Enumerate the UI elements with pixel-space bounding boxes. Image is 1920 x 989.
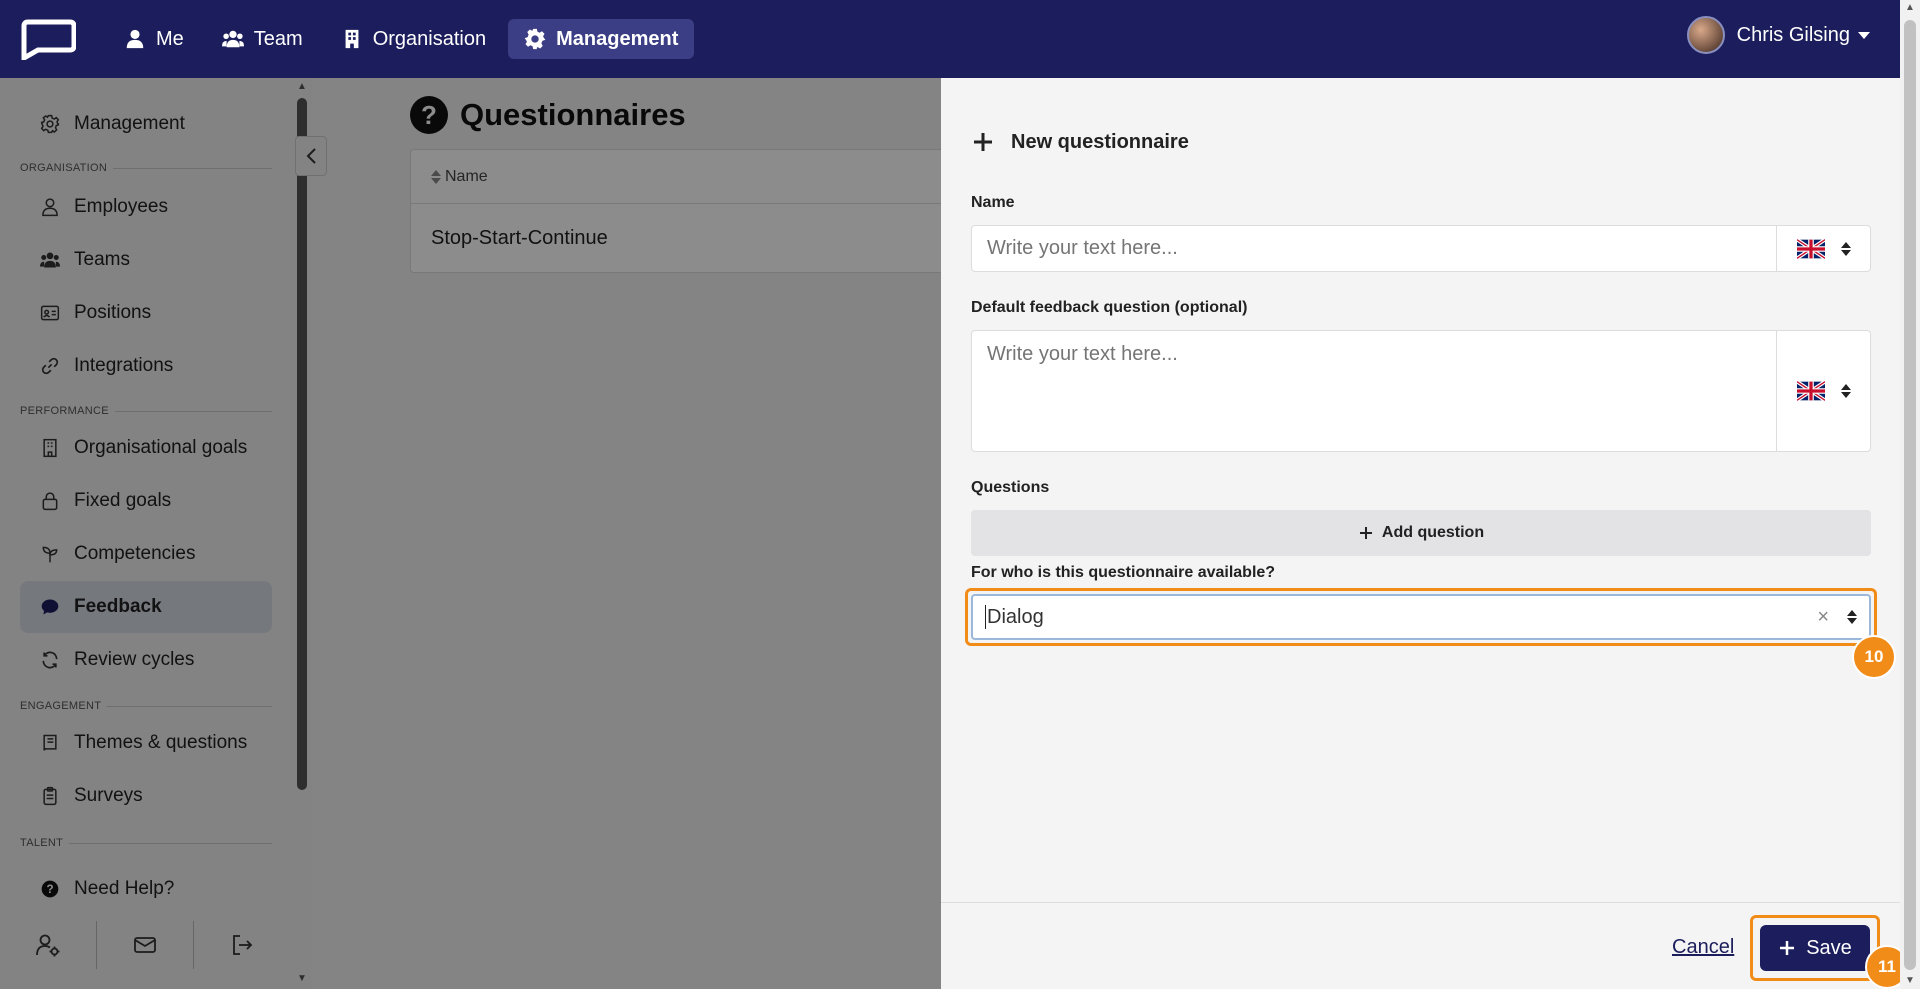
panel-footer: Cancel Save 11 [941,902,1909,989]
gear-icon [525,28,546,50]
uk-flag-icon [1796,381,1825,401]
add-question-button[interactable]: Add question [971,510,1871,556]
default-question-field [971,330,1871,452]
nav-item-team[interactable]: Team [206,19,319,59]
step-badge: 10 [1852,635,1896,679]
nav-item-me[interactable]: Me [108,19,200,59]
main-nav: Me Team Organisation Management [108,19,695,59]
availability-label: For who is this questionnaire available? [971,564,1276,581]
default-question-textarea[interactable] [972,331,1776,451]
user-menu[interactable]: Chris Gilsing [1686,16,1870,54]
selected-value: Dialog [987,605,1044,628]
scroll-down-arrow[interactable]: ▼ [1904,975,1916,987]
user-name: Chris Gilsing [1736,23,1850,46]
building-icon [345,29,359,49]
cancel-button[interactable]: Cancel [1672,936,1734,959]
nav-item-organisation[interactable]: Organisation [325,19,502,59]
sort-icon [1847,610,1857,624]
save-button[interactable]: Save [1760,925,1870,971]
button-label: Save [1806,936,1852,959]
avatar [1686,16,1725,54]
button-label: Add question [1381,524,1485,541]
nav-item-management[interactable]: Management [508,19,695,59]
name-label: Name [971,194,1015,211]
language-selector[interactable] [1776,226,1870,271]
nav-item-label: Me [156,27,184,50]
availability-select[interactable]: Dialog × [971,594,1871,640]
app-logo-icon[interactable] [18,18,76,60]
nav-item-label: Management [556,27,679,50]
name-input[interactable] [972,226,1776,271]
scroll-up-arrow[interactable]: ▲ [1904,2,1916,14]
page-scrollbar[interactable]: ▲ ▼ [1900,0,1920,989]
plus-icon [1780,941,1795,955]
scrollbar-thumb[interactable] [1904,20,1916,970]
new-questionnaire-panel: New questionnaire Name Default feedback … [941,78,1909,989]
panel-title-text: New questionnaire [1011,130,1189,153]
default-question-label: Default feedback question (optional) [971,299,1248,316]
sort-icon [1840,241,1851,256]
uk-flag-icon [1796,238,1825,259]
sort-icon [1840,384,1851,398]
plus-icon [974,133,992,151]
nav-item-label: Team [253,27,303,50]
plus-icon [1359,527,1372,539]
modal-backdrop[interactable] [0,78,941,989]
users-icon [221,30,244,48]
text-cursor [985,605,986,629]
panel-title: New questionnaire [971,130,1189,154]
chevron-down-icon [1858,31,1870,39]
questions-label: Questions [971,479,1050,496]
clear-icon[interactable]: × [1817,606,1829,629]
top-navigation-bar: Me Team Organisation Management Chris Gi… [0,0,1920,78]
language-selector[interactable] [1776,331,1870,451]
user-icon [126,29,144,49]
name-field [971,225,1871,272]
nav-item-label: Organisation [372,27,487,50]
